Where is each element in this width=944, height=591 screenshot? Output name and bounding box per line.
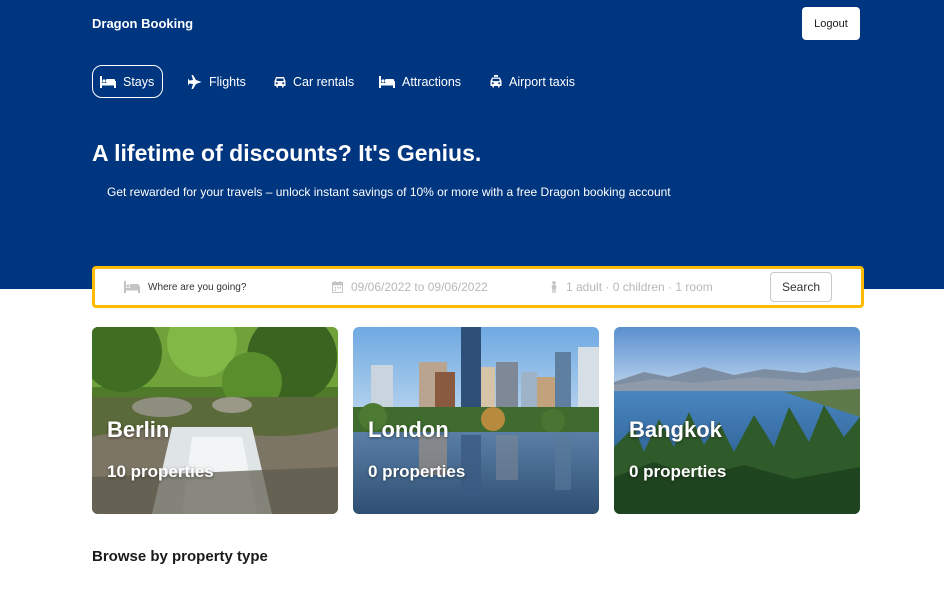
nav-item-stays[interactable]: Stays	[92, 65, 164, 98]
nav-item-label: Airport taxis	[509, 74, 575, 89]
bed-icon	[100, 75, 116, 88]
taxi-icon	[490, 75, 502, 88]
featured-property-count: 0 properties	[368, 462, 466, 481]
nav-item-attractions[interactable]: Attractions	[379, 65, 461, 98]
featured-property-count: 0 properties	[629, 462, 727, 481]
search-bar: 09/06/2022 to 09/06/2022 1 adult · 0 chi…	[92, 266, 864, 308]
car-icon	[274, 76, 286, 87]
nav-item-label: Stays	[123, 74, 155, 89]
featured-card-berlin[interactable]: Berlin 10 properties	[92, 327, 338, 514]
logout-button[interactable]: Logout	[802, 7, 860, 40]
date-range-value: 09/06/2022 to 09/06/2022	[351, 280, 488, 294]
nav-item-airport-taxis[interactable]: Airport taxis	[490, 65, 575, 98]
nav-item-label: Attractions	[402, 74, 462, 89]
destination-input[interactable]	[148, 281, 308, 293]
person-icon	[551, 281, 557, 293]
search-button[interactable]: Search	[770, 272, 832, 302]
nav-item-flights[interactable]: Flights	[188, 65, 246, 98]
calendar-icon	[332, 281, 343, 293]
plane-icon	[188, 74, 202, 89]
browse-section-title: Browse by property type	[92, 548, 268, 565]
bed-icon	[124, 281, 140, 293]
featured-card-bangkok[interactable]: Bangkok 0 properties	[614, 327, 860, 514]
featured-city-name: London	[368, 417, 449, 442]
hero-title: A lifetime of discounts? It's Genius.	[92, 140, 482, 166]
nav-item-car-rentals[interactable]: Car rentals	[274, 65, 354, 98]
nav-item-label: Flights	[209, 74, 246, 89]
bed-icon	[379, 75, 395, 88]
destination-field[interactable]	[124, 269, 308, 305]
hero-subtitle: Get rewarded for your travels – unlock i…	[107, 185, 671, 199]
nav-item-label: Car rentals	[293, 74, 355, 89]
date-range-field[interactable]: 09/06/2022 to 09/06/2022	[332, 269, 488, 305]
featured-city-name: Bangkok	[629, 417, 722, 442]
featured-card-london[interactable]: London 0 properties	[353, 327, 599, 514]
featured-property-count: 10 properties	[107, 462, 214, 481]
guests-value: 1 adult · 0 children · 1 room	[566, 280, 713, 294]
brand-logo[interactable]: Dragon Booking	[92, 16, 193, 31]
featured-city-name: Berlin	[107, 417, 170, 442]
guests-field[interactable]: 1 adult · 0 children · 1 room	[550, 269, 713, 305]
